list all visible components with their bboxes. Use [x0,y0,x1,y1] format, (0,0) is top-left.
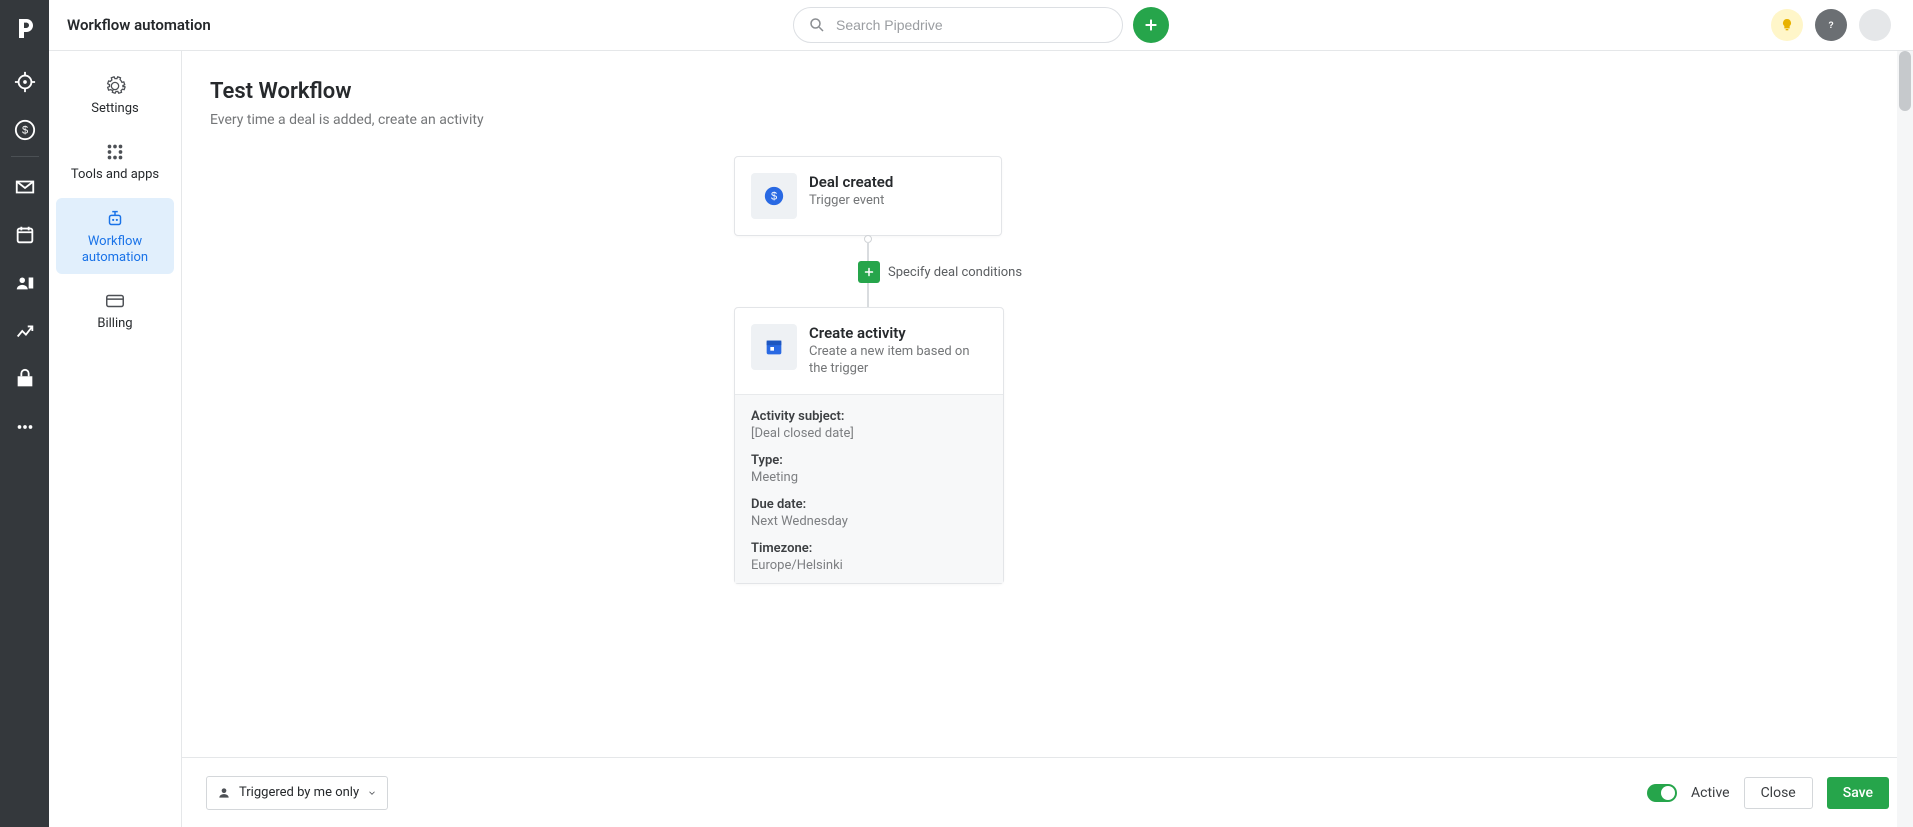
workflow-description: Every time a deal is added, create an ac… [210,112,1885,128]
specify-conditions-button[interactable]: Specify deal conditions [858,261,1022,283]
conditions-label: Specify deal conditions [888,265,1022,280]
robot-icon [60,208,170,230]
scrollbar-thumb[interactable] [1899,51,1911,111]
topbar: Workflow automation ? [49,0,1913,51]
plus-icon [858,261,880,283]
deal-icon: $ [751,173,797,219]
triggered-label: Triggered by me only [239,785,359,800]
calendar-icon [751,324,797,370]
subnav-label: Billing [60,316,170,332]
rail-mail-icon[interactable] [0,163,49,211]
field-label: Timezone: [751,541,987,556]
field-label: Due date: [751,497,987,512]
global-add-button[interactable] [1133,7,1169,43]
rail-deals-icon[interactable]: $ [0,106,49,154]
rail-more-icon[interactable] [0,403,49,451]
search-box[interactable] [793,7,1123,43]
subnav-label: Workflow automation [60,234,170,267]
subnav-tools[interactable]: Tools and apps [56,131,174,191]
rail-focus-icon[interactable] [0,58,49,106]
active-label: Active [1691,785,1730,801]
close-button[interactable]: Close [1744,777,1813,809]
apps-icon [60,141,170,163]
field-value: Europe/Helsinki [751,558,987,573]
field-label: Type: [751,453,987,468]
brand-logo[interactable] [11,14,39,42]
action-body: Activity subject: [Deal closed date] Typ… [735,394,1003,583]
rail-calendar-icon[interactable] [0,211,49,259]
search-icon [808,16,826,34]
question-icon: ? [1824,18,1838,32]
gear-icon [60,75,170,97]
editor-footer: Triggered by me only Active Close Save [182,757,1913,827]
rail-contacts-icon[interactable] [0,259,49,307]
active-toggle[interactable] [1647,784,1677,802]
plus-icon [1143,17,1159,33]
rail-insights-icon[interactable] [0,307,49,355]
workflow-canvas: $ Deal created Trigger event Specify dea… [182,134,1913,757]
card-icon [60,290,170,312]
svg-text:$: $ [21,125,27,137]
action-node[interactable]: Create activity Create a new item based … [734,307,1004,584]
subnav-settings[interactable]: Settings [56,65,174,125]
action-sub: Create a new item based on the trigger [809,344,987,378]
subnav-billing[interactable]: Billing [56,280,174,340]
rail-products-icon[interactable] [0,355,49,403]
action-title: Create activity [809,324,987,342]
bulb-icon [1779,17,1795,33]
chevron-down-icon [367,788,377,798]
svg-text:$: $ [771,191,777,203]
primary-nav-rail: $ [0,0,49,827]
field-value: [Deal closed date] [751,426,987,441]
field-value: Meeting [751,470,987,485]
field-value: Next Wednesday [751,514,987,529]
svg-text:?: ? [1828,20,1833,30]
subnav-label: Tools and apps [60,167,170,183]
help-button[interactable]: ? [1815,9,1847,41]
workflow-header: Test Workflow Every time a deal is added… [182,51,1913,134]
workflow-title: Test Workflow [210,79,1885,104]
main-content: Test Workflow Every time a deal is added… [182,0,1913,827]
secondary-nav: Settings Tools and apps Workflow automat… [49,0,182,827]
person-icon [217,786,231,800]
triggered-by-dropdown[interactable]: Triggered by me only [206,776,388,810]
trigger-sub: Trigger event [809,193,893,210]
search-input[interactable] [836,17,1108,33]
trigger-title: Deal created [809,173,893,191]
tips-button[interactable] [1771,9,1803,41]
save-button[interactable]: Save [1827,777,1889,809]
subnav-label: Settings [60,101,170,117]
page-title: Workflow automation [67,16,211,34]
trigger-node[interactable]: $ Deal created Trigger event [734,156,1002,236]
field-label: Activity subject: [751,409,987,424]
subnav-workflow[interactable]: Workflow automation [56,198,174,275]
user-avatar[interactable] [1859,9,1891,41]
rail-separator [11,156,39,157]
scrollbar[interactable] [1897,51,1913,827]
